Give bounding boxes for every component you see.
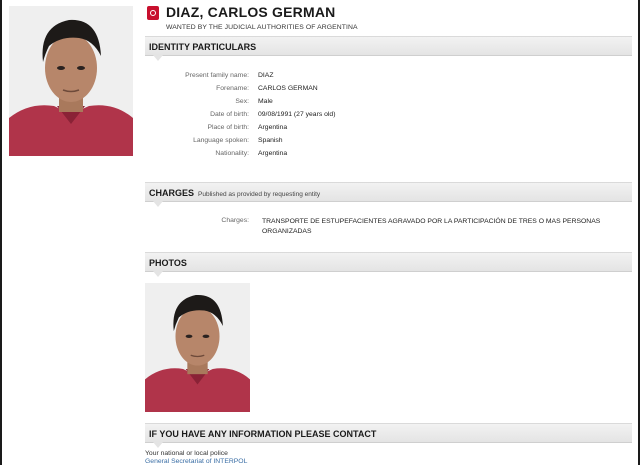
field-label: Date of birth:	[210, 111, 249, 118]
identity-row: Forename: CARLOS GERMAN	[145, 85, 632, 98]
identity-row: Present family name: DIAZ	[145, 72, 632, 85]
charges-section-title: CHARGES	[149, 188, 195, 198]
charges-label: Charges:	[221, 217, 249, 224]
identity-row: Nationality: Argentina	[145, 150, 632, 163]
identity-row: Date of birth: 09/08/1991 (27 years old)	[145, 111, 632, 124]
gallery-photo[interactable]	[145, 283, 250, 412]
field-value: CARLOS GERMAN	[258, 85, 318, 92]
wanted-by-subtitle: WANTED BY THE JUDICIAL AUTHORITIES OF AR…	[166, 24, 358, 31]
identity-section-header: IDENTITY PARTICULARS	[145, 36, 632, 61]
field-value: Male	[258, 98, 273, 105]
wanted-person-name: DIAZ, CARLOS GERMAN	[166, 4, 336, 20]
contact-section-header: IF YOU HAVE ANY INFORMATION PLEASE CONTA…	[145, 423, 632, 448]
charges-row: Charges: TRANSPORTE DE ESTUPEFACIENTES A…	[145, 216, 632, 242]
contact-local-police: Your national or local police	[145, 450, 228, 457]
charges-text: TRANSPORTE DE ESTUPEFACIENTES AGRAVADO P…	[262, 218, 601, 235]
field-label: Sex:	[235, 98, 249, 105]
field-value: 09/08/1991 (27 years old)	[258, 111, 336, 118]
field-label: Nationality:	[215, 150, 249, 157]
photos-section-header: PHOTOS	[145, 252, 632, 277]
field-label: Forename:	[216, 85, 249, 92]
field-value: DIAZ	[258, 72, 274, 79]
portrait-thumbnail-image	[145, 283, 250, 412]
identity-row: Sex: Male	[145, 98, 632, 111]
identity-row: Place of birth: Argentina	[145, 124, 632, 137]
interpol-logo-icon	[147, 6, 159, 20]
field-label: Place of birth:	[207, 124, 249, 131]
portrait-image	[9, 6, 133, 156]
field-label: Present family name:	[185, 72, 249, 79]
field-value: Argentina	[258, 124, 288, 131]
field-label: Language spoken:	[193, 137, 249, 144]
identity-row: Language spoken: Spanish	[145, 137, 632, 150]
field-value: Argentina	[258, 150, 288, 157]
identity-section-title: IDENTITY PARTICULARS	[149, 42, 257, 52]
contact-interpol-link[interactable]: General Secretariat of INTERPOL	[145, 458, 247, 465]
contact-section-title: IF YOU HAVE ANY INFORMATION PLEASE CONTA…	[149, 429, 377, 439]
suspect-photo	[9, 6, 133, 156]
photos-section-title: PHOTOS	[149, 258, 187, 268]
field-value: Spanish	[258, 137, 283, 144]
charges-section-header: CHARGES Published as provided by requesti…	[145, 182, 632, 207]
charges-section-subtitle: Published as provided by requesting enti…	[198, 191, 321, 198]
